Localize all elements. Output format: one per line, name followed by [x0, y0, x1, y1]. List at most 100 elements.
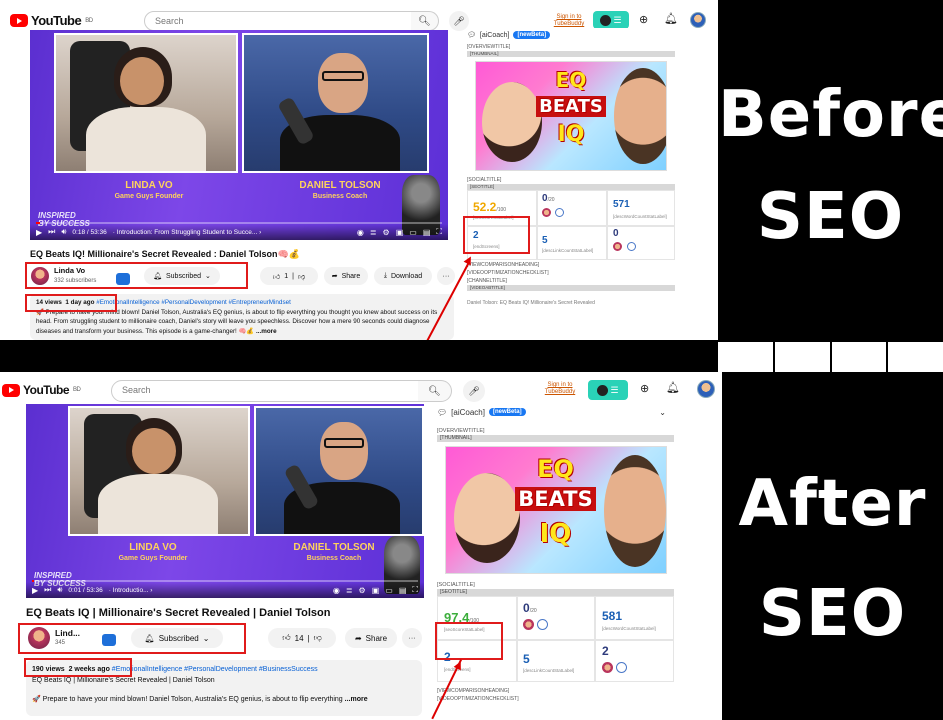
- autoplay-toggle[interactable]: ◉: [357, 228, 364, 237]
- search-button[interactable]: 🔍︎: [411, 11, 439, 31]
- tubebuddy-menu-button[interactable]: ☰: [593, 11, 629, 29]
- thumbnail-bar[interactable]: [THUMBNAIL]: [437, 435, 674, 442]
- description-more-link[interactable]: ...more: [256, 328, 277, 335]
- daniel-caption: DANIEL TOLSON Business Coach: [293, 542, 375, 562]
- mic-icon: 🎤︎: [453, 15, 465, 26]
- linda-caption: LINDA VO Game Guys Founder: [114, 180, 184, 200]
- more-actions-button[interactable]: ···: [402, 628, 422, 648]
- share-button[interactable]: ➦ Share: [345, 628, 397, 648]
- like-dislike-button[interactable]: 👍︎ 1 | 👎︎: [260, 267, 318, 285]
- settings-icon[interactable]: ⚙: [359, 586, 366, 595]
- settings-icon[interactable]: ⚙: [383, 228, 390, 237]
- search-button[interactable]: 🔍︎: [418, 380, 452, 402]
- word-count: 571: [613, 199, 630, 210]
- description-text: 🚀 Prepare to have your mind blown! Danie…: [36, 308, 438, 335]
- play-icon[interactable]: ▶: [32, 586, 38, 595]
- tubebuddy-sign-in-link[interactable]: Sign in to TubeBuddy: [540, 382, 580, 396]
- theater-icon[interactable]: ▭: [409, 228, 417, 237]
- thumbs-down-icon: 👎︎: [297, 273, 306, 281]
- account-avatar[interactable]: [690, 12, 706, 28]
- ai-coach-row[interactable]: 💬︎ [aiCoach] [newBeta] ⌄: [437, 404, 674, 420]
- youtube-logo[interactable]: YouTube BD: [10, 13, 93, 28]
- thumbnail-preview: EQ BEATS IQ: [475, 61, 667, 171]
- thumbs-down-icon: 👎︎: [313, 633, 322, 642]
- tubebuddy-menu-button[interactable]: ☰: [588, 380, 628, 400]
- miniplayer-icon[interactable]: ▣: [372, 586, 380, 595]
- play-icon[interactable]: ▶: [36, 228, 42, 237]
- chapter-label[interactable]: · Introductio... ›: [109, 587, 153, 594]
- highlight-seo-score: [463, 216, 530, 254]
- create-icon[interactable]: ⊕: [639, 13, 648, 26]
- video-title: EQ Beats IQ! Millionaire's Secret Reveal…: [30, 249, 300, 259]
- description-more-link[interactable]: ...more: [345, 696, 368, 703]
- after-label: After: [738, 467, 927, 541]
- social-title-label: [SOCIALTITLE]: [467, 177, 502, 183]
- video-title: EQ Beats IQ | Millionaire's Secret Revea…: [26, 607, 331, 619]
- next-icon[interactable]: ⏭: [44, 585, 51, 595]
- theater-icon[interactable]: ▭: [385, 586, 393, 595]
- like-dislike-button[interactable]: 👍︎ 14 | 👎︎: [268, 628, 336, 648]
- next-icon[interactable]: ⏭: [48, 227, 55, 237]
- video-time: 0:18 / 53:36: [72, 228, 107, 236]
- share-button[interactable]: ➦ Share: [324, 267, 368, 285]
- chevron-down-icon[interactable]: ⌄: [659, 408, 666, 417]
- highlight-seo-score: [435, 622, 503, 660]
- highlight-views: [25, 294, 117, 312]
- notifications-icon[interactable]: 🔔︎: [666, 381, 680, 394]
- social-title-label: [SOCIALTITLE]: [437, 582, 475, 588]
- webcam-daniel: [254, 406, 424, 536]
- webcam-linda: [54, 33, 238, 173]
- new-beta-badge: [newBeta]: [513, 31, 551, 39]
- video-player[interactable]: LINDA VO Game Guys Founder DANIEL TOLSON…: [30, 30, 448, 240]
- search-icon: 🔍︎: [428, 385, 441, 397]
- divider-cells: [718, 342, 943, 372]
- video-controls: ▶ ⏭ 🔊︎ 0:01 / 53:36 · Introductio... › ◉…: [26, 582, 424, 598]
- video-time: 0:01 / 53:36: [68, 586, 103, 594]
- search-input[interactable]: Search: [144, 11, 412, 31]
- captions-icon[interactable]: ≣: [370, 228, 377, 237]
- seo-score: 52.2/100: [473, 200, 507, 214]
- volume-icon[interactable]: 🔊︎: [57, 585, 62, 595]
- notifications-icon[interactable]: 🔔︎: [664, 12, 678, 25]
- share-icon: ➦: [354, 633, 362, 643]
- chat-icon: 💬︎: [437, 407, 448, 417]
- highlight-channel: [25, 262, 248, 289]
- youtube-logo[interactable]: YouTube BD: [2, 383, 81, 397]
- voice-search-button[interactable]: 🎤︎: [449, 11, 469, 31]
- youtube-header: YouTube BD Search 🔍︎ 🎤︎ Sign in to TubeBu…: [0, 372, 722, 406]
- more-actions-button[interactable]: ···: [437, 267, 455, 285]
- voice-search-button[interactable]: 🎤︎: [463, 380, 485, 402]
- daniel-caption: DANIEL TOLSON Business Coach: [299, 180, 381, 200]
- autoplay-toggle[interactable]: ◉: [333, 586, 340, 595]
- menu-icon: ☰: [613, 14, 622, 25]
- fullscreen-icon[interactable]: ⛶: [436, 227, 442, 237]
- webcam-daniel: [242, 33, 429, 173]
- thumbnail-bar[interactable]: [THUMBNAIL]: [467, 51, 675, 57]
- mic-icon: 🎤︎: [468, 385, 480, 396]
- create-icon[interactable]: ⊕: [640, 382, 649, 395]
- account-avatar[interactable]: [697, 380, 715, 398]
- before-screenshot: YouTube BD Search 🔍︎ 🎤︎ Sign in to TubeBu…: [0, 0, 718, 340]
- description-hashtags[interactable]: #EmotionalIntelligence #PersonalDevelopm…: [96, 299, 291, 306]
- captions-icon[interactable]: ≣: [346, 586, 353, 595]
- search-icon: 🔍︎: [418, 15, 431, 27]
- search-input[interactable]: Search: [111, 380, 419, 402]
- before-label: Before: [718, 78, 943, 152]
- tubebuddy-sign-in-link[interactable]: Sign in to TubeBuddy: [549, 14, 589, 28]
- cast-icon[interactable]: ▤: [423, 228, 431, 237]
- video-controls: ▶ ⏭ 🔊︎ 0:18 / 53:36 · Introduction: From…: [30, 224, 448, 240]
- fullscreen-icon[interactable]: ⛶: [412, 585, 418, 595]
- cast-icon[interactable]: ▤: [399, 586, 407, 595]
- seo-title-bar[interactable]: [SEOTITLE]: [437, 589, 674, 596]
- new-beta-badge: [newBeta]: [488, 408, 526, 416]
- chapter-label[interactable]: · Introduction: From Struggling Student …: [113, 229, 262, 236]
- tubebuddy-icon: [600, 14, 612, 26]
- video-player[interactable]: LINDA VO Game Guys Founder DANIEL TOLSON…: [26, 404, 424, 598]
- ai-coach-row[interactable]: 💬︎ [aiCoach] [newBeta]: [467, 28, 675, 42]
- divider: [0, 340, 718, 372]
- download-button[interactable]: ⤓ Download: [374, 267, 432, 285]
- miniplayer-icon[interactable]: ▣: [396, 228, 404, 237]
- description-hashtags[interactable]: #EmotionalIntelligence #PersonalDevelopm…: [112, 666, 318, 673]
- volume-icon[interactable]: 🔊︎: [61, 227, 66, 237]
- linda-caption: LINDA VO Game Guys Founder: [118, 542, 188, 562]
